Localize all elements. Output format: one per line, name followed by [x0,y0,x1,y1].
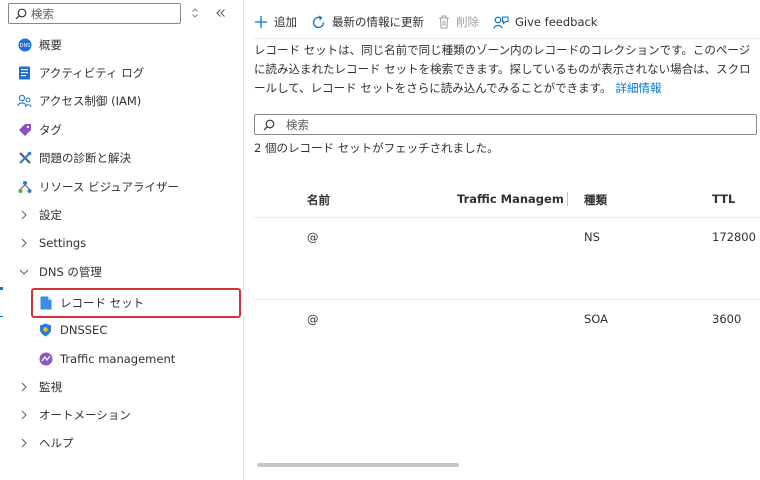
sidebar-search-input[interactable] [31,6,171,21]
feedback-icon [493,16,509,29]
cell-type: NS [584,230,600,244]
cell-type: SOA [584,312,609,326]
activity-log-icon [17,66,32,81]
sidebar-item-label: ヘルプ [39,436,74,450]
trash-icon [439,15,449,29]
sidebar-item-label: 監視 [39,380,62,394]
sidebar-item-label: タグ [39,123,62,137]
resource-visualizer-icon [17,180,32,195]
table-row[interactable]: @ SOA 3600 [254,301,760,341]
sidebar-item-resource-visualizer[interactable]: リソース ビジュアライザー [0,174,244,200]
sidebar-item-label: DNSSEC [60,323,108,337]
sidebar-item-label: 設定 [39,208,62,222]
overview-icon: DNS [17,38,32,53]
sidebar-group-help[interactable]: ヘルプ [0,430,244,456]
sidebar-item-label: アクセス制御 (IAM) [39,94,142,108]
chevron-right-icon [21,410,27,420]
chevron-down-icon [19,269,29,275]
sidebar-group-monitoring[interactable]: 監視 [0,374,244,400]
refresh-button-label: 最新の情報に更新 [332,15,424,29]
sidebar-item-label: アクティビティ ログ [39,66,145,80]
cell-name[interactable]: @ [307,312,319,326]
collapse-sidebar-icon[interactable] [214,6,228,20]
sidebar-item-tags[interactable]: タグ [0,117,244,143]
command-bar: 追加 最新の情報に更新 削除 Give feedback [254,8,611,36]
fetch-status-text: 2 個のレコード セットがフェッチされました。 [254,141,499,155]
horizontal-scrollbar-thumb[interactable] [257,463,459,467]
chevron-right-icon [21,238,27,248]
column-header-name[interactable]: 名前 [307,192,330,208]
sidebar-item-label: オートメーション [39,408,131,422]
sidebar-item-dnssec[interactable]: DNSSEC [0,317,244,343]
sidebar-group-settings-jp[interactable]: 設定 [0,202,244,228]
column-header-type[interactable]: 種類 [584,192,607,208]
page-description: レコード セットは、同じ名前で同じ種類のゾーン内のレコードのコレクションです。こ… [254,41,754,98]
sidebar-item-label: DNS の管理 [39,265,102,279]
feedback-button-label: Give feedback [515,15,598,29]
sidebar-item-access-control[interactable]: アクセス制御 (IAM) [0,88,244,114]
toolbar-divider [254,38,760,39]
sidebar-group-dns-management[interactable]: DNS の管理 [0,259,244,285]
sidebar-item-traffic-management[interactable]: Traffic management [0,346,244,372]
refresh-button[interactable]: 最新の情報に更新 [311,14,424,30]
access-control-icon [17,94,32,109]
search-icon [15,8,27,19]
description-text: レコード セットは、同じ名前で同じ種類のゾーン内のレコードのコレクションです。こ… [254,43,751,95]
sidebar-item-label: 概要 [39,38,62,52]
record-set-search-input[interactable] [286,117,746,132]
sidebar-item-label: Settings [39,236,87,250]
refresh-icon [312,15,325,28]
search-icon [263,119,275,130]
add-button[interactable]: 追加 [254,14,297,30]
sidebar-group-settings[interactable]: Settings [0,230,244,256]
chevron-right-icon [21,210,27,220]
cell-name[interactable]: @ [307,230,319,244]
sidebar-item-overview[interactable]: DNS 概要 [0,32,244,58]
add-icon [255,16,267,28]
dnssec-shield-icon [38,323,53,338]
resource-menu-sidebar: DNS 概要 アクティビティ ログ アクセス制御 (IAM) タグ 問題の診断と… [0,0,244,480]
give-feedback-button[interactable]: Give feedback [493,15,597,30]
cell-ttl: 172800 [712,230,756,244]
sidebar-item-label: リソース ビジュアライザー [39,180,180,194]
record-sets-table-header: 名前 Traffic Management 種類 TTL [254,182,760,218]
sidebar-item-label: 問題の診断と解決 [39,151,131,165]
highlight-box [31,288,241,318]
diagnose-icon [17,151,32,166]
add-button-label: 追加 [274,15,297,29]
column-resize-handle[interactable] [567,192,568,206]
learn-more-link[interactable]: 詳細情報 [616,81,662,95]
sidebar-item-label: Traffic management [60,352,176,366]
column-header-traffic-management[interactable]: Traffic Management [457,192,564,206]
column-header-ttl[interactable]: TTL [712,192,735,206]
chevron-right-icon [21,438,27,448]
sidebar-item-activity-log[interactable]: アクティビティ ログ [0,60,244,86]
svg-text:DNS: DNS [19,43,30,49]
table-row[interactable]: @ NS 172800 [254,219,760,300]
delete-button[interactable]: 削除 [438,14,479,30]
delete-button-label: 削除 [456,15,479,29]
sidebar-search-box[interactable] [8,3,181,24]
sidebar-group-automation[interactable]: オートメーション [0,402,244,428]
sort-toggle-icon[interactable] [188,6,202,20]
tag-icon [17,123,32,138]
cell-ttl: 3600 [712,312,742,326]
record-set-search-box[interactable] [254,114,757,135]
chevron-right-icon [21,382,27,392]
traffic-management-icon [38,352,53,367]
sidebar-item-diagnose[interactable]: 問題の診断と解決 [0,145,244,171]
